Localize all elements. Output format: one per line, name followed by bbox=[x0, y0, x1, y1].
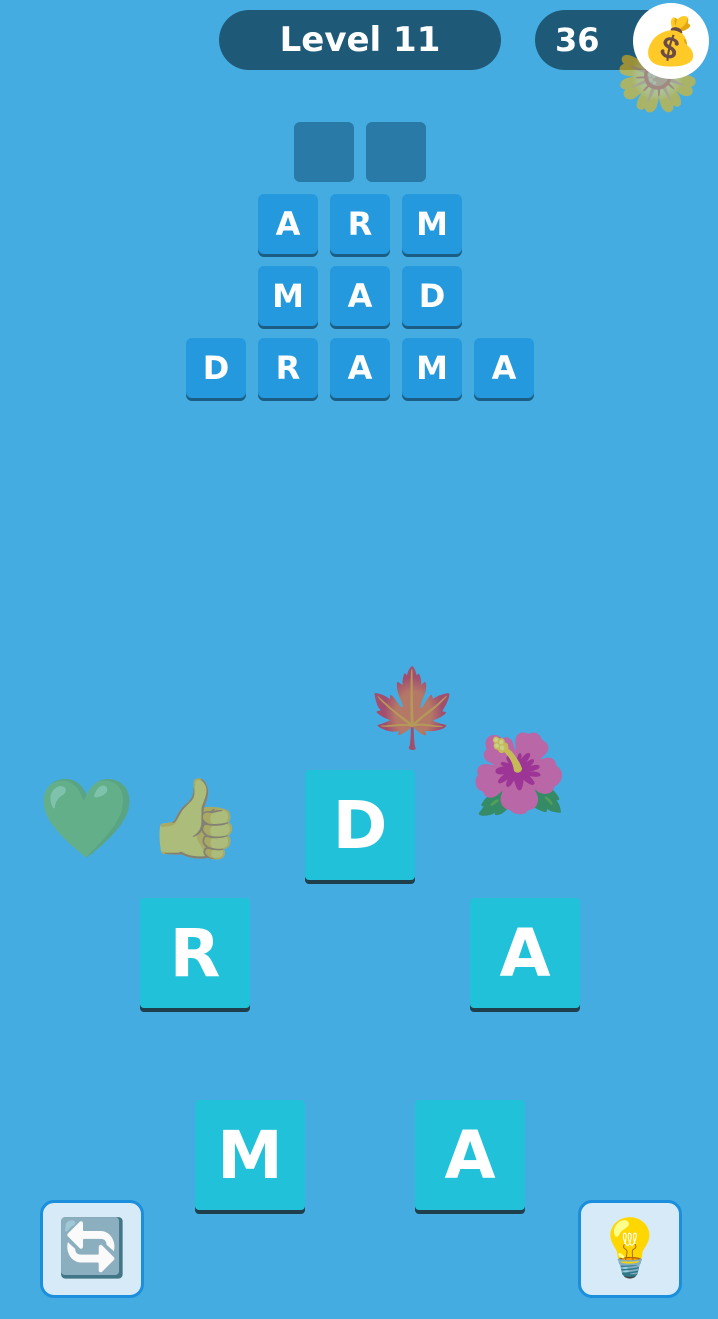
word-tile-letter: A bbox=[275, 205, 301, 243]
letter-tile-a[interactable]: A bbox=[415, 1100, 525, 1210]
lightbulb-icon: 💡 bbox=[595, 1216, 665, 1281]
word-tile-letter: A bbox=[491, 349, 517, 387]
word-tile: M bbox=[258, 266, 318, 326]
letter-tile-label: D bbox=[332, 786, 388, 864]
word-tile-letter: A bbox=[347, 349, 373, 387]
word-tile: A bbox=[474, 338, 534, 398]
word-tile-letter: M bbox=[416, 349, 448, 387]
empty-slot bbox=[366, 122, 426, 182]
word-tile: M bbox=[402, 338, 462, 398]
word-tile: D bbox=[186, 338, 246, 398]
word-tile-letter: R bbox=[275, 349, 301, 387]
word-tile-letter: M bbox=[416, 205, 448, 243]
word-tile: R bbox=[330, 194, 390, 254]
word-tile-letter: A bbox=[347, 277, 373, 315]
letter-tile-label: M bbox=[217, 1116, 283, 1194]
letter-tile-m[interactable]: M bbox=[195, 1100, 305, 1210]
word-tile-letter: D bbox=[418, 277, 446, 315]
coin-count: 36 bbox=[555, 21, 600, 59]
word-tile: D bbox=[402, 266, 462, 326]
letter-tile-label: R bbox=[169, 914, 221, 992]
letter-tile-a[interactable]: A bbox=[470, 898, 580, 1008]
letter-tile-label: A bbox=[444, 1116, 496, 1194]
word-tile: R bbox=[258, 338, 318, 398]
letter-tile-r[interactable]: R bbox=[140, 898, 250, 1008]
maple-leaf-icon: 🍁 bbox=[365, 663, 460, 752]
hint-button[interactable]: 💡 bbox=[578, 1200, 682, 1298]
hibiscus-icon: 🌺 bbox=[470, 730, 568, 820]
green-heart-icon: 💚 bbox=[38, 774, 136, 864]
word-tile-letter: R bbox=[347, 205, 373, 243]
level-indicator: Level 11 bbox=[219, 10, 501, 70]
empty-slot bbox=[294, 122, 354, 182]
letter-tile-label: A bbox=[499, 914, 551, 992]
word-tile: A bbox=[330, 266, 390, 326]
word-tile-letter: M bbox=[272, 277, 304, 315]
shuffle-button[interactable]: 🔄 bbox=[40, 1200, 144, 1298]
word-tile-letter: D bbox=[202, 349, 230, 387]
word-tile: A bbox=[330, 338, 390, 398]
word-tile: A bbox=[258, 194, 318, 254]
letter-tile-d[interactable]: D bbox=[305, 770, 415, 880]
shuffle-icon: 🔄 bbox=[57, 1216, 127, 1281]
money-bag-icon[interactable]: 💰 bbox=[633, 3, 709, 79]
thumbs-up-icon: 👍 bbox=[146, 774, 244, 864]
word-tile: M bbox=[402, 194, 462, 254]
